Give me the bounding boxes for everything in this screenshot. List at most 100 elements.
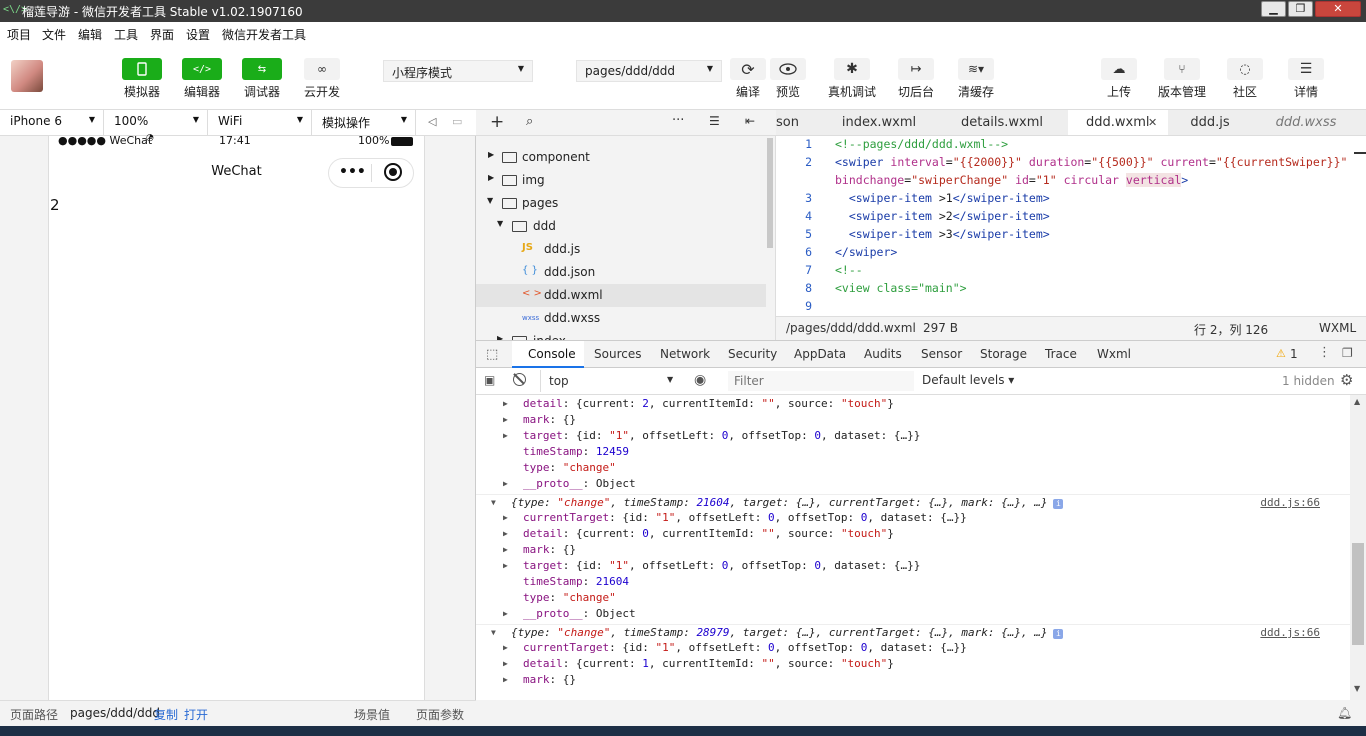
open-path-link[interactable]: 打开 — [184, 706, 208, 723]
tree-folder-component[interactable]: ▶ component — [476, 146, 766, 169]
eye-icon[interactable]: ◉ — [694, 372, 706, 388]
source-link[interactable]: ddd.js:66 — [1260, 496, 1320, 509]
warning-icon[interactable]: ⚠ — [1276, 347, 1286, 360]
console-scrollbar[interactable]: ▲ ▼ — [1350, 395, 1366, 700]
language-mode[interactable]: WXML — [1319, 321, 1356, 335]
console-property-row[interactable]: ▶ currentTarget: {id: "1", offsetLeft: 0,… — [476, 640, 1350, 656]
upload-button[interactable]: ☁ 上传 — [1097, 58, 1141, 100]
console-property-row[interactable]: ▶ target: {id: "1", offsetLeft: 0, offset… — [476, 558, 1350, 574]
console-property-row[interactable]: ▶ __proto__: Object — [476, 476, 1350, 492]
info-icon[interactable]: i — [1053, 629, 1064, 639]
simulator-toggle-button[interactable]: 模拟器 — [120, 58, 164, 100]
info-icon[interactable]: i — [1053, 499, 1064, 509]
menu-settings[interactable]: 设置 — [186, 26, 210, 43]
tree-folder-ddd[interactable]: ▼ ddd — [476, 215, 766, 238]
debugger-toggle-button[interactable]: ⇆ 调试器 — [240, 58, 284, 100]
remote-debug-button[interactable]: ✱ 真机调试 — [826, 58, 878, 100]
console-property-row[interactable]: ▶ detail: {current: 2, currentItemId: "",… — [476, 396, 1350, 412]
preview-button[interactable]: 预览 — [768, 58, 808, 100]
capsule-menu[interactable]: ••• — [328, 158, 414, 188]
tab-ddd-js[interactable]: ddd.js — [1180, 110, 1240, 135]
close-tab-icon[interactable]: ✕ — [1148, 116, 1157, 129]
gear-icon[interactable]: ⚙ — [1340, 371, 1353, 389]
tree-folder-pages[interactable]: ▼ pages — [476, 192, 766, 215]
dock-icon[interactable]: ❐ — [1342, 346, 1353, 360]
code-line[interactable]: 1 <!--pages/ddd/ddd.wxml--> — [776, 137, 1356, 155]
mode-select[interactable]: 小程序模式 ▼ — [383, 60, 533, 82]
console-property-row[interactable]: ▶ mark: {} — [476, 672, 1350, 688]
user-avatar[interactable] — [11, 60, 43, 92]
editor-toggle-button[interactable]: </> 编辑器 — [180, 58, 224, 100]
console-output[interactable]: ▶ detail: {current: 2, currentItemId: "",… — [476, 395, 1350, 700]
zoom-select[interactable]: 100% ▼ — [104, 110, 208, 135]
console-property-row[interactable]: type: "change" — [476, 590, 1350, 606]
console-log-entry[interactable]: ▼ {type: "change", timeStamp: 21604, targ… — [476, 494, 1350, 510]
code-line[interactable]: 7 <!-- — [776, 263, 1356, 281]
menu-edit[interactable]: 编辑 — [78, 26, 102, 43]
caret-down-icon[interactable]: ▼ — [491, 628, 496, 637]
warning-count[interactable]: 1 — [1290, 347, 1298, 361]
console-property-row[interactable]: timeStamp: 21604 — [476, 574, 1350, 590]
maximize-button[interactable]: ❐ — [1288, 1, 1313, 17]
menu-file[interactable]: 文件 — [42, 26, 66, 43]
compile-page-select[interactable]: pages/ddd/ddd ▼ — [576, 60, 722, 82]
tree-scrollbar[interactable] — [767, 138, 773, 248]
tree-file-ddd-js[interactable]: JS ddd.js — [476, 238, 766, 261]
code-line[interactable]: 8 <view class="main"> — [776, 281, 1356, 299]
caret-right-icon[interactable]: ▶ — [503, 643, 508, 652]
more-options-icon[interactable]: ··· — [672, 113, 684, 128]
clear-cache-button[interactable]: ≋▾ 清缓存 — [954, 58, 998, 100]
tab-wxml[interactable]: Wxml — [1097, 347, 1131, 361]
code-line[interactable]: 2 <swiper interval="{{2000}}" duration="{… — [776, 155, 1356, 173]
mute-icon[interactable]: ◁ — [428, 115, 436, 128]
caret-right-icon[interactable]: ▶ — [503, 675, 508, 684]
tree-file-ddd-wxml[interactable]: < > ddd.wxml — [476, 284, 766, 307]
caret-right-icon[interactable]: ▶ — [503, 431, 508, 440]
version-control-button[interactable]: ⑂ 版本管理 — [1156, 58, 1208, 100]
search-icon[interactable]: ⌕ — [526, 114, 533, 129]
console-property-row[interactable]: type: "change" — [476, 460, 1350, 476]
menu-tools[interactable]: 工具 — [114, 26, 138, 43]
tree-file-ddd-wxss[interactable]: wxss ddd.wxss — [476, 307, 766, 330]
menu-devtools[interactable]: 微信开发者工具 — [222, 26, 306, 43]
tab-sensor[interactable]: Sensor — [921, 347, 962, 361]
toggle-panel-icon[interactable]: ⇤ — [745, 114, 755, 128]
tab-ddd-wxml[interactable]: ddd.wxml ✕ — [1068, 110, 1168, 135]
console-property-row[interactable]: ▶ mark: {} — [476, 542, 1350, 558]
caret-right-icon[interactable]: ▶ — [503, 545, 508, 554]
code-line[interactable]: 5 <swiper-item >3</swiper-item> — [776, 227, 1356, 245]
add-file-icon[interactable]: + — [490, 112, 504, 132]
console-property-row[interactable]: ▶ detail: {current: 1, currentItemId: "",… — [476, 656, 1350, 672]
log-levels-select[interactable]: Default levels ▾ — [922, 373, 1014, 387]
caret-right-icon[interactable]: ▶ — [503, 659, 508, 668]
menu-project[interactable]: 项目 — [7, 26, 31, 43]
scroll-up-icon[interactable]: ▲ — [1354, 397, 1360, 406]
compile-button[interactable]: ⟳ 编译 — [728, 58, 768, 100]
scroll-thumb[interactable] — [1352, 543, 1364, 645]
tab-details-wxml[interactable]: details.wxml — [954, 110, 1050, 135]
tree-file-ddd-json[interactable]: { } ddd.json — [476, 261, 766, 284]
caret-right-icon[interactable]: ▶ — [503, 415, 508, 424]
console-property-row[interactable]: timeStamp: 12459 — [476, 444, 1350, 460]
console-log-entry[interactable]: ▼ {type: "change", timeStamp: 28979, targ… — [476, 624, 1350, 640]
console-filter-input[interactable] — [728, 371, 914, 391]
collapse-all-icon[interactable]: ☰ — [709, 114, 720, 128]
tab-ddd-wxss[interactable]: ddd.wxss — [1266, 110, 1346, 135]
more-dots-icon[interactable]: ••• — [339, 164, 366, 180]
caret-right-icon[interactable]: ▶ — [503, 399, 508, 408]
popout-icon[interactable]: ▭ — [452, 115, 462, 128]
tab-audits[interactable]: Audits — [864, 347, 902, 361]
close-miniprogram-icon[interactable] — [384, 163, 402, 181]
simulate-operation-select[interactable]: 模拟操作 ▼ — [312, 110, 416, 135]
tab-appdata[interactable]: AppData — [794, 347, 846, 361]
context-select[interactable]: top ▼ — [540, 370, 682, 392]
caret-right-icon[interactable]: ▶ — [503, 529, 508, 538]
code-line[interactable]: 6 </swiper> — [776, 245, 1356, 263]
page-params-button[interactable]: 页面参数 — [416, 706, 464, 723]
code-editor[interactable]: 1 <!--pages/ddd/ddd.wxml--> 2 <swiper inter… — [776, 136, 1366, 316]
cloud-dev-button[interactable]: ∞ 云开发 — [300, 58, 344, 100]
source-link[interactable]: ddd.js:66 — [1260, 626, 1320, 639]
console-property-row[interactable]: ▶ __proto__: Object — [476, 606, 1350, 622]
menu-view[interactable]: 界面 — [150, 26, 174, 43]
tab-trace[interactable]: Trace — [1045, 347, 1077, 361]
